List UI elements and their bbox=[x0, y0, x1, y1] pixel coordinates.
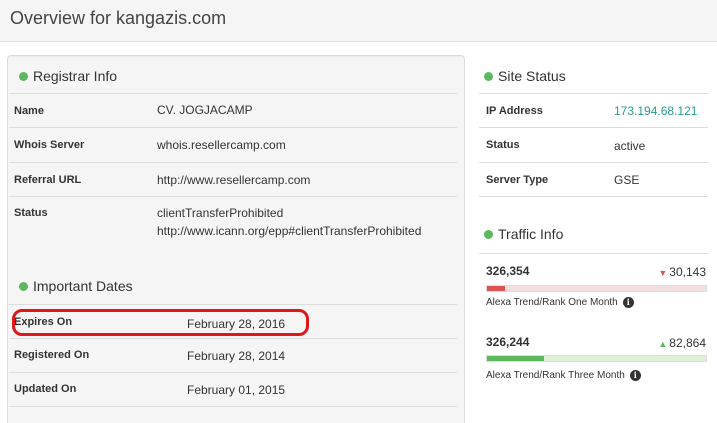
registrar-row-name: Name CV. JOGJACAMP bbox=[9, 93, 457, 127]
traffic-item-three-month: 326,244 ▲ 82,864 Alexa Trend/Rank Three M… bbox=[479, 335, 708, 385]
page-title: Overview for kangazis.com bbox=[10, 8, 227, 28]
row-value: active bbox=[614, 139, 646, 153]
rank-change-value: 30,143 bbox=[669, 265, 706, 279]
row-label: Status bbox=[486, 139, 520, 151]
trend-bar-fill bbox=[487, 356, 544, 361]
info-icon[interactable]: i bbox=[629, 370, 641, 381]
important-dates-title: Important Dates bbox=[33, 278, 133, 294]
row-label: Whois Server bbox=[14, 139, 85, 151]
site-status-heading: Site Status bbox=[484, 68, 566, 84]
rank-change: ▼ 30,143 bbox=[658, 265, 706, 279]
dates-row-registered: Registered On February 28, 2014 bbox=[9, 338, 457, 372]
alexa-rank-value: 326,244 bbox=[486, 335, 530, 349]
row-value: February 01, 2015 bbox=[187, 383, 286, 397]
trend-bar-fill bbox=[487, 286, 505, 291]
site-status-title: Site Status bbox=[498, 68, 566, 84]
arrow-down-icon: ▼ bbox=[658, 268, 668, 278]
trend-bar bbox=[486, 285, 707, 292]
table-divider bbox=[9, 406, 457, 407]
rank-change: ▲ 82,864 bbox=[658, 336, 706, 350]
page-header: Overview for kangazis.com bbox=[0, 0, 717, 42]
row-label: Status bbox=[14, 207, 48, 219]
registrar-row-status: Status clientTransferProhibited http://w… bbox=[9, 196, 457, 248]
traffic-info-title: Traffic Info bbox=[498, 226, 564, 242]
arrow-up-icon: ▲ bbox=[658, 339, 668, 349]
row-label: Referral URL bbox=[14, 174, 82, 186]
green-dot-icon bbox=[484, 71, 493, 81]
registrar-info-heading: Registrar Info bbox=[19, 68, 117, 84]
ip-address-link[interactable]: 173.194.68.121 bbox=[614, 104, 697, 118]
alexa-rank-value: 326,354 bbox=[486, 264, 530, 278]
row-value-secondary: http://www.icann.org/epp#clientTransferP… bbox=[157, 224, 422, 238]
row-value: CV. JOGJACAMP bbox=[157, 103, 253, 117]
row-label: IP Address bbox=[486, 105, 543, 117]
row-value: February 28, 2014 bbox=[187, 349, 286, 363]
trend-caption: Alexa Trend/Rank Three Month i bbox=[486, 370, 641, 381]
row-value: clientTransferProhibited bbox=[157, 206, 284, 220]
site-row-status: Status active bbox=[479, 127, 708, 162]
table-divider bbox=[479, 253, 708, 254]
row-label: Server Type bbox=[486, 174, 549, 186]
row-value: GSE bbox=[614, 173, 640, 187]
trend-caption-text: Alexa Trend/Rank One Month bbox=[486, 297, 618, 308]
row-value: whois.resellercamp.com bbox=[157, 138, 286, 152]
row-value: http://www.resellercamp.com bbox=[157, 173, 311, 187]
row-label: Name bbox=[14, 105, 44, 117]
green-dot-icon bbox=[19, 281, 28, 291]
site-row-server-type: Server Type GSE bbox=[479, 162, 708, 196]
table-divider bbox=[479, 196, 708, 197]
trend-caption-text: Alexa Trend/Rank Three Month bbox=[486, 370, 625, 381]
trend-caption: Alexa Trend/Rank One Month i bbox=[486, 297, 634, 308]
green-dot-icon bbox=[19, 71, 28, 81]
info-icon[interactable]: i bbox=[622, 297, 634, 308]
dates-row-updated: Updated On February 01, 2015 bbox=[9, 372, 457, 406]
rank-change-value: 82,864 bbox=[669, 336, 706, 350]
registrar-row-referral-url: Referral URL http://www.resellercamp.com bbox=[9, 162, 457, 196]
registrar-info-title: Registrar Info bbox=[33, 68, 118, 84]
traffic-info-heading: Traffic Info bbox=[484, 226, 563, 242]
row-label: Updated On bbox=[14, 383, 77, 395]
site-row-ip-address: IP Address 173.194.68.121 bbox=[479, 93, 708, 127]
registrar-row-whois-server: Whois Server whois.resellercamp.com bbox=[9, 127, 457, 162]
important-dates-heading: Important Dates bbox=[19, 278, 133, 294]
expires-highlight-annotation bbox=[12, 309, 309, 336]
trend-bar bbox=[486, 355, 707, 362]
row-label: Registered On bbox=[14, 349, 90, 361]
green-dot-icon bbox=[484, 229, 493, 239]
traffic-item-one-month: 326,354 ▼ 30,143 Alexa Trend/Rank One Mon… bbox=[479, 264, 708, 314]
